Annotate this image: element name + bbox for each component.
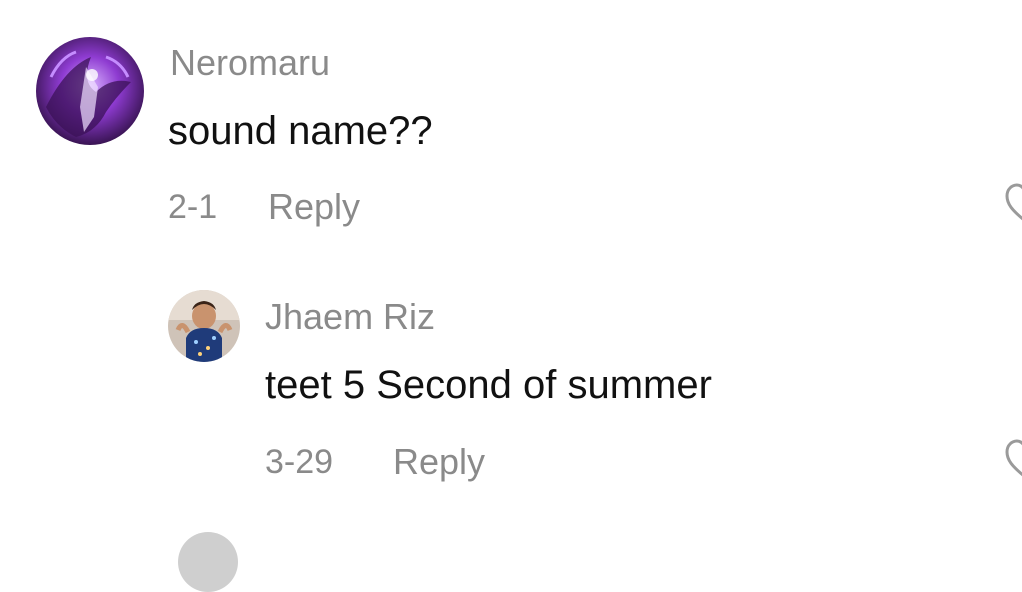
heart-outline-icon[interactable] bbox=[1004, 180, 1022, 226]
comment-text: sound name?? bbox=[168, 109, 433, 153]
comment-username[interactable]: Jhaem Riz bbox=[265, 299, 435, 335]
comment-date: 3-29 bbox=[265, 443, 334, 481]
avatar[interactable] bbox=[36, 37, 144, 145]
comment-text: teet 5 Second of summer bbox=[265, 363, 712, 407]
avatar[interactable] bbox=[178, 532, 238, 592]
reply-button[interactable]: Reply bbox=[268, 189, 360, 225]
reply-button[interactable]: Reply bbox=[393, 444, 485, 480]
child-photo-avatar-icon bbox=[168, 290, 240, 362]
comment-date: 2-1 bbox=[168, 188, 218, 226]
purple-dragon-avatar-icon bbox=[36, 37, 144, 145]
avatar[interactable] bbox=[168, 290, 240, 362]
heart-outline-icon[interactable] bbox=[1004, 436, 1022, 482]
comment-username[interactable]: Neromaru bbox=[170, 45, 330, 81]
